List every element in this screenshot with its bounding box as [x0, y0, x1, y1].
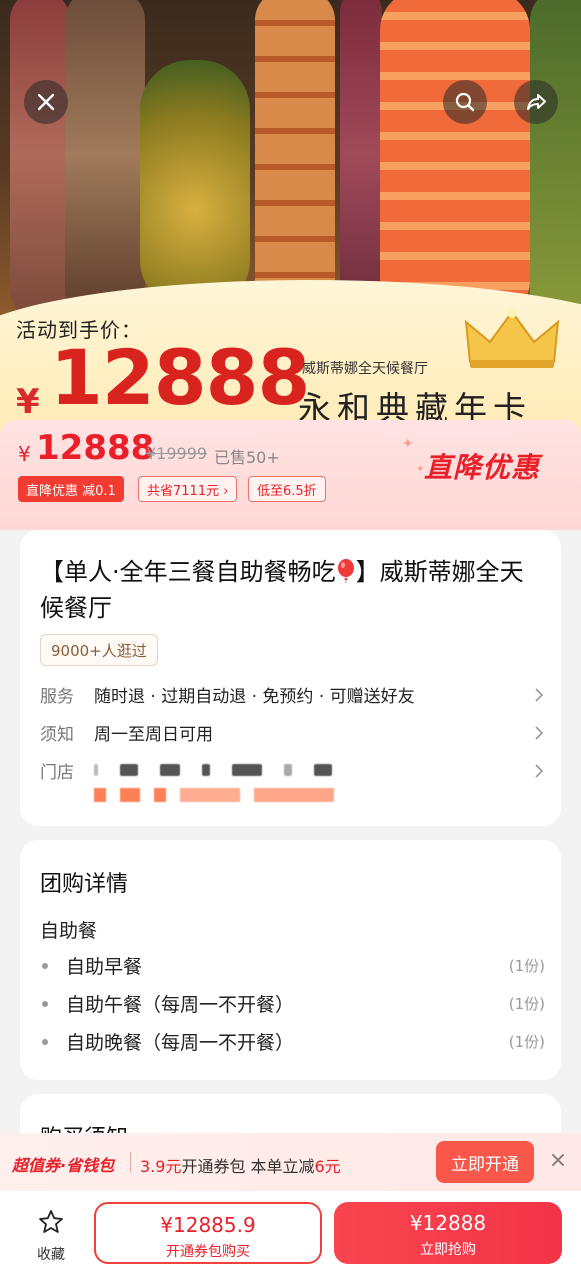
- hero-restaurant-name: 威斯蒂娜全天候餐厅: [302, 361, 428, 377]
- bullet-icon: [42, 1038, 48, 1045]
- service-row[interactable]: 服务 随时退 · 过期自动退 · 免预约 · 可赠送好友: [40, 682, 545, 707]
- food-image: [140, 60, 250, 310]
- current-price: 12888: [36, 428, 155, 468]
- food-image: [65, 0, 145, 320]
- food-image: [380, 0, 530, 320]
- promo-desc: 开通券包 本单立减: [181, 1157, 315, 1176]
- item-name: 自助早餐: [66, 956, 143, 978]
- bullet-icon: [42, 962, 48, 969]
- buy-now-label: 立即抢购: [420, 1242, 476, 1258]
- buy-now-button[interactable]: ¥12888 立即抢购: [334, 1202, 562, 1264]
- activate-coupon-button[interactable]: 立即开通: [436, 1141, 534, 1183]
- food-image: [10, 0, 70, 320]
- store-row[interactable]: 门店: [40, 758, 545, 783]
- visits-badge: 9000+人逛过: [40, 634, 158, 666]
- low-discount-tag: 低至6.5折: [248, 476, 326, 502]
- buy-now-price: ¥12888: [409, 1211, 487, 1235]
- balloon-icon: [337, 559, 354, 583]
- sparkle-icon: ✦: [402, 436, 414, 452]
- list-item: 自助早餐 (1份): [40, 952, 545, 979]
- food-image: [340, 0, 382, 320]
- promo-text: 3.9元开通券包 本单立减6元: [140, 1153, 341, 1177]
- savings-tag[interactable]: 共省7111元 ›: [138, 476, 238, 502]
- product-info-card: 【单人·全年三餐自助餐畅吃 】威斯蒂娜全天候餐厅 9000+人逛过 服务 随时退 …: [20, 530, 561, 826]
- chevron-right-icon: [535, 687, 544, 702]
- buy-with-coupon-button[interactable]: ¥12885.9 开通券包购买: [94, 1202, 322, 1264]
- direct-discount-label: 直降优惠: [424, 451, 541, 484]
- store-label: 门店: [40, 763, 74, 783]
- favorite-button[interactable]: 收藏: [28, 1208, 74, 1264]
- product-title: 【单人·全年三餐自助餐畅吃 】威斯蒂娜全天候餐厅: [40, 554, 540, 626]
- favorite-label: 收藏: [37, 1247, 65, 1263]
- chevron-right-icon: [535, 725, 544, 740]
- food-image: [255, 0, 335, 320]
- service-label: 服务: [40, 687, 74, 707]
- notice-value: 周一至周日可用: [94, 725, 213, 745]
- service-value: 随时退 · 过期自动退 · 免预约 · 可赠送好友: [94, 687, 415, 707]
- list-item: 自助午餐（每周一不开餐） (1份): [40, 990, 545, 1017]
- crown-icon: [464, 310, 560, 368]
- hero-price: 12888: [50, 333, 310, 422]
- search-button[interactable]: [443, 80, 487, 124]
- discount-tag: 直降优惠 减0.1: [18, 476, 124, 502]
- close-icon[interactable]: [548, 1150, 568, 1170]
- group-buy-details-card: 团购详情 自助餐 自助早餐 (1份) 自助午餐（每周一不开餐） (1份) 自助晚…: [20, 840, 561, 1080]
- original-price: ¥19999: [146, 444, 208, 463]
- close-icon: [37, 93, 55, 111]
- details-category: 自助餐: [40, 920, 98, 942]
- item-qty: (1份): [508, 957, 545, 975]
- store-value-redacted: [94, 761, 533, 781]
- store-hours-redacted: [94, 788, 394, 802]
- coupon-buy-price: ¥12885.9: [160, 1213, 256, 1237]
- promo-reduce: 6元: [314, 1157, 341, 1176]
- chevron-right-icon: [535, 763, 544, 778]
- details-title: 团购详情: [40, 872, 129, 897]
- hero-currency: ¥: [16, 382, 40, 422]
- coupon-buy-label: 开通券包购买: [166, 1244, 250, 1260]
- promo-divider: [130, 1152, 131, 1172]
- notice-row[interactable]: 须知 周一至周日可用: [40, 720, 545, 745]
- sold-count: 已售50+: [214, 448, 280, 467]
- promo-price: 3.9元: [140, 1157, 182, 1176]
- item-qty: (1份): [508, 995, 545, 1013]
- item-qty: (1份): [508, 1033, 545, 1051]
- search-icon: [455, 92, 475, 112]
- star-icon: [39, 1210, 63, 1233]
- promo-brand: 超值券·省钱包: [12, 1156, 115, 1175]
- share-button[interactable]: [514, 80, 558, 124]
- price-currency: ¥: [18, 442, 31, 466]
- item-name: 自助晚餐（每周一不开餐）: [66, 1032, 295, 1054]
- food-image: [530, 0, 581, 320]
- close-button[interactable]: [24, 80, 68, 124]
- product-title-head: 【单人·全年三餐自助餐畅吃: [40, 558, 336, 586]
- bullet-icon: [42, 1000, 48, 1007]
- share-icon: [527, 94, 546, 110]
- list-item: 自助晚餐（每周一不开餐） (1份): [40, 1028, 545, 1055]
- item-name: 自助午餐（每周一不开餐）: [66, 994, 295, 1016]
- notice-label: 须知: [40, 725, 74, 745]
